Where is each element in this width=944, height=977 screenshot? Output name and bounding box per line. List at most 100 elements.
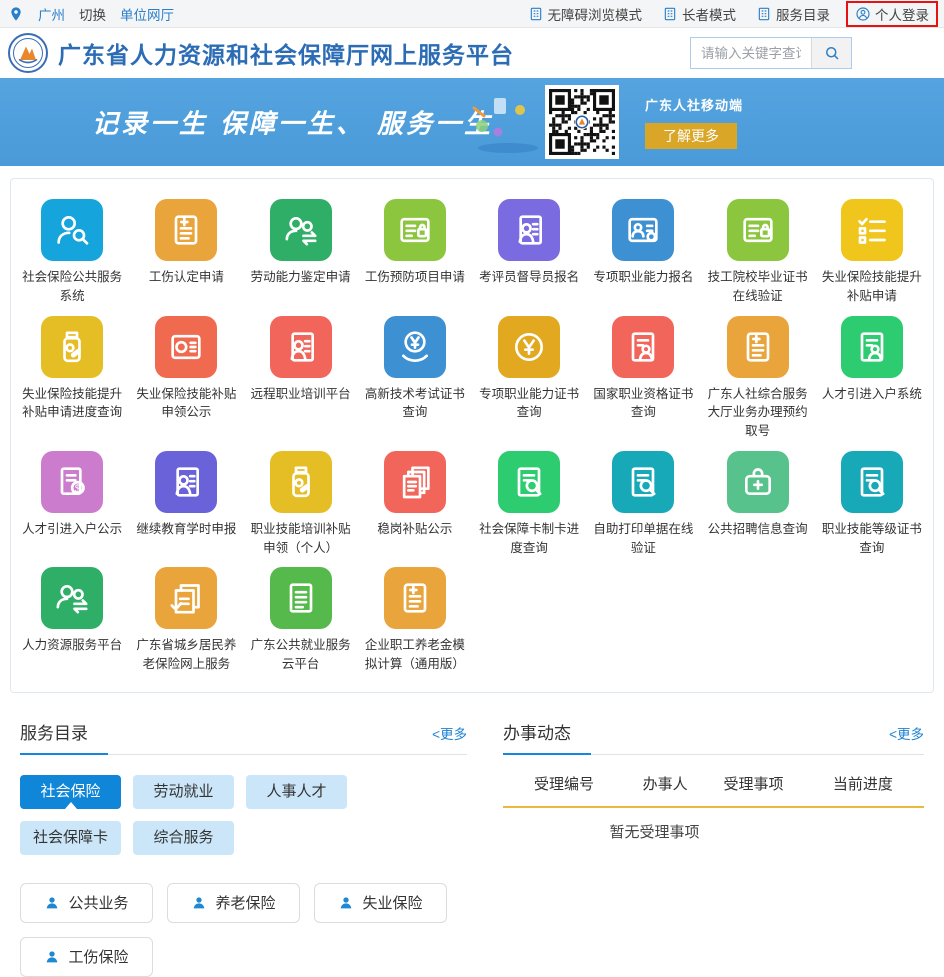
- app-tile[interactable]: 人力资源服务平台: [19, 567, 125, 674]
- app-tile[interactable]: 远程职业培训平台: [248, 316, 354, 441]
- tile-label: 企业职工养老金模拟计算（通用版）: [362, 636, 468, 674]
- app-tile[interactable]: 考评员督导员报名: [476, 199, 582, 306]
- services-panel: 社会保险公共服务系统工伤认定申请劳动能力鉴定申请工伤预防项目申请考评员督导员报名…: [10, 178, 934, 693]
- service-buttons: 公共业务养老保险 失业保险工伤保险: [20, 883, 480, 977]
- tab-社会保险[interactable]: 社会保险: [20, 775, 121, 809]
- app-tile[interactable]: 职业技能培训补贴申领（个人）: [248, 451, 354, 558]
- tab-社会保障卡[interactable]: 社会保障卡: [20, 821, 121, 855]
- app-tile[interactable]: 专项职业能力报名: [590, 199, 696, 306]
- bottom-section: 服务目录 <更多 社会保险劳动就业人事人才社会保障卡综合服务 公共业务养老保险 失…: [20, 719, 924, 977]
- tile-label: 专项职业能力证书查询: [476, 385, 582, 423]
- doc-plus-icon: [727, 316, 789, 378]
- table-column-header: 受理事项: [705, 773, 802, 794]
- search-button[interactable]: [811, 38, 851, 68]
- qr-code: [545, 85, 619, 159]
- city-switch-link[interactable]: 切换: [79, 4, 106, 24]
- service-button-工伤保险[interactable]: 工伤保险: [20, 937, 153, 977]
- tile-label: 高新技术考试证书查询: [362, 385, 468, 423]
- accessibility-mode-link[interactable]: 无障碍浏览模式: [528, 4, 643, 24]
- personal-login-button[interactable]: 个人登录: [846, 1, 938, 27]
- bottle-icon: [41, 316, 103, 378]
- tab-综合服务[interactable]: 综合服务: [133, 821, 234, 855]
- activity-more-link[interactable]: <更多: [889, 723, 924, 743]
- app-tile[interactable]: 人才引进入户系统: [819, 316, 925, 441]
- person-icon: [44, 895, 60, 911]
- doc-search-icon: [841, 451, 903, 513]
- location-pin-icon: [8, 6, 24, 22]
- mobile-app-label: 广东人社移动端: [645, 95, 743, 114]
- card-person-icon: [612, 199, 674, 261]
- section-title: 服务目录: [20, 719, 88, 744]
- activity-section: 办事动态 <更多 受理编号办事人受理事项当前进度 暂无受理事项: [503, 719, 924, 977]
- app-tile[interactable]: 自助打印单据在线验证: [590, 451, 696, 558]
- app-tile[interactable]: 广东人社综合服务大厅业务办理预约取号: [705, 316, 811, 441]
- city-selector[interactable]: 广州: [38, 4, 65, 24]
- tab-人事人才[interactable]: 人事人才: [246, 775, 347, 809]
- tile-label: 技工院校毕业证书在线验证: [705, 268, 811, 306]
- tile-label: 劳动能力鉴定申请: [251, 268, 351, 287]
- tile-label: 人才引进入户系统: [822, 385, 922, 404]
- app-tile[interactable]: 继续教育学时申报: [133, 451, 239, 558]
- promo-banner: 记录一生 保障一生、 服务一生 广东人社移动端 了解更多: [0, 78, 944, 166]
- elder-mode-link[interactable]: 长者模式: [662, 4, 736, 24]
- app-tile[interactable]: 专项职业能力证书查询: [476, 316, 582, 441]
- activity-header: 办事动态 <更多: [503, 719, 924, 755]
- app-tile[interactable]: 失业保险技能补贴申领公示: [133, 316, 239, 441]
- app-tile[interactable]: 失业保险技能提升补贴申请进度查询: [19, 316, 125, 441]
- app-tile[interactable]: 稳岗补贴公示: [362, 451, 468, 558]
- person-icon: [338, 895, 354, 911]
- app-tile[interactable]: 企业职工养老金模拟计算（通用版）: [362, 567, 468, 674]
- yen-circle-icon: [498, 316, 560, 378]
- activity-table-head: 受理编号办事人受理事项当前进度: [503, 773, 924, 808]
- tile-label: 广东公共就业服务云平台: [248, 636, 354, 674]
- app-tile[interactable]: 工伤认定申请: [133, 199, 239, 306]
- tile-label: 社会保障卡制卡进度查询: [476, 520, 582, 558]
- app-tile[interactable]: 职业技能等级证书查询: [819, 451, 925, 558]
- unit-hall-link[interactable]: 单位网厅: [120, 4, 174, 24]
- app-tile[interactable]: $人才引进入户公示: [19, 451, 125, 558]
- app-tile[interactable]: 广东省城乡居民养老保险网上服务: [133, 567, 239, 674]
- service-catalog-more-link[interactable]: <更多: [432, 723, 467, 743]
- service-button-失业保险[interactable]: 失业保险: [314, 883, 447, 923]
- table-column-header: 当前进度: [802, 773, 924, 794]
- tile-label: 社会保险公共服务系统: [19, 268, 125, 306]
- app-tile[interactable]: 高新技术考试证书查询: [362, 316, 468, 441]
- doc-icon: [270, 567, 332, 629]
- app-tile[interactable]: 失业保险技能提升补贴申请: [819, 199, 925, 306]
- person-icon: [44, 949, 60, 965]
- people-arrows-icon: [41, 567, 103, 629]
- service-button-label: 失业保险: [362, 892, 422, 913]
- tile-label: 失业保险技能提升补贴申请: [819, 268, 925, 306]
- search-input[interactable]: [691, 38, 811, 68]
- app-tile[interactable]: 公共招聘信息查询: [705, 451, 811, 558]
- tab-劳动就业[interactable]: 劳动就业: [133, 775, 234, 809]
- service-button-养老保险[interactable]: 养老保险: [167, 883, 300, 923]
- doc-search-icon: [498, 451, 560, 513]
- service-button-公共业务[interactable]: 公共业务: [20, 883, 153, 923]
- app-tile[interactable]: 社会保险公共服务系统: [19, 199, 125, 306]
- people-arrows-icon: [270, 199, 332, 261]
- learn-more-button[interactable]: 了解更多: [645, 123, 737, 149]
- search-box: [690, 37, 852, 69]
- tile-label: 广东人社综合服务大厅业务办理预约取号: [705, 385, 811, 441]
- service-catalog-link[interactable]: 服务目录: [756, 4, 830, 24]
- tile-label: 稳岗补贴公示: [377, 520, 452, 539]
- app-tile[interactable]: 国家职业资格证书查询: [590, 316, 696, 441]
- app-tile[interactable]: 技工院校毕业证书在线验证: [705, 199, 811, 306]
- tile-label: 工伤预防项目申请: [365, 268, 465, 287]
- tile-label: 人力资源服务平台: [22, 636, 122, 655]
- hand-yen-icon: [384, 316, 446, 378]
- app-tile[interactable]: 劳动能力鉴定申请: [248, 199, 354, 306]
- tile-label: 考评员督导员报名: [479, 268, 579, 287]
- banner-decoration: [468, 88, 540, 161]
- app-tile[interactable]: 工伤预防项目申请: [362, 199, 468, 306]
- doc-person-icon: [612, 316, 674, 378]
- doc-plus-icon: [384, 567, 446, 629]
- cards-check-icon: [155, 567, 217, 629]
- card-lock-icon: [384, 199, 446, 261]
- service-catalog-tabs: 社会保险劳动就业人事人才社会保障卡综合服务: [20, 775, 380, 855]
- person-doc-icon: [498, 199, 560, 261]
- app-tile[interactable]: 社会保障卡制卡进度查询: [476, 451, 582, 558]
- doc-dollar-icon: $: [41, 451, 103, 513]
- app-tile[interactable]: 广东公共就业服务云平台: [248, 567, 354, 674]
